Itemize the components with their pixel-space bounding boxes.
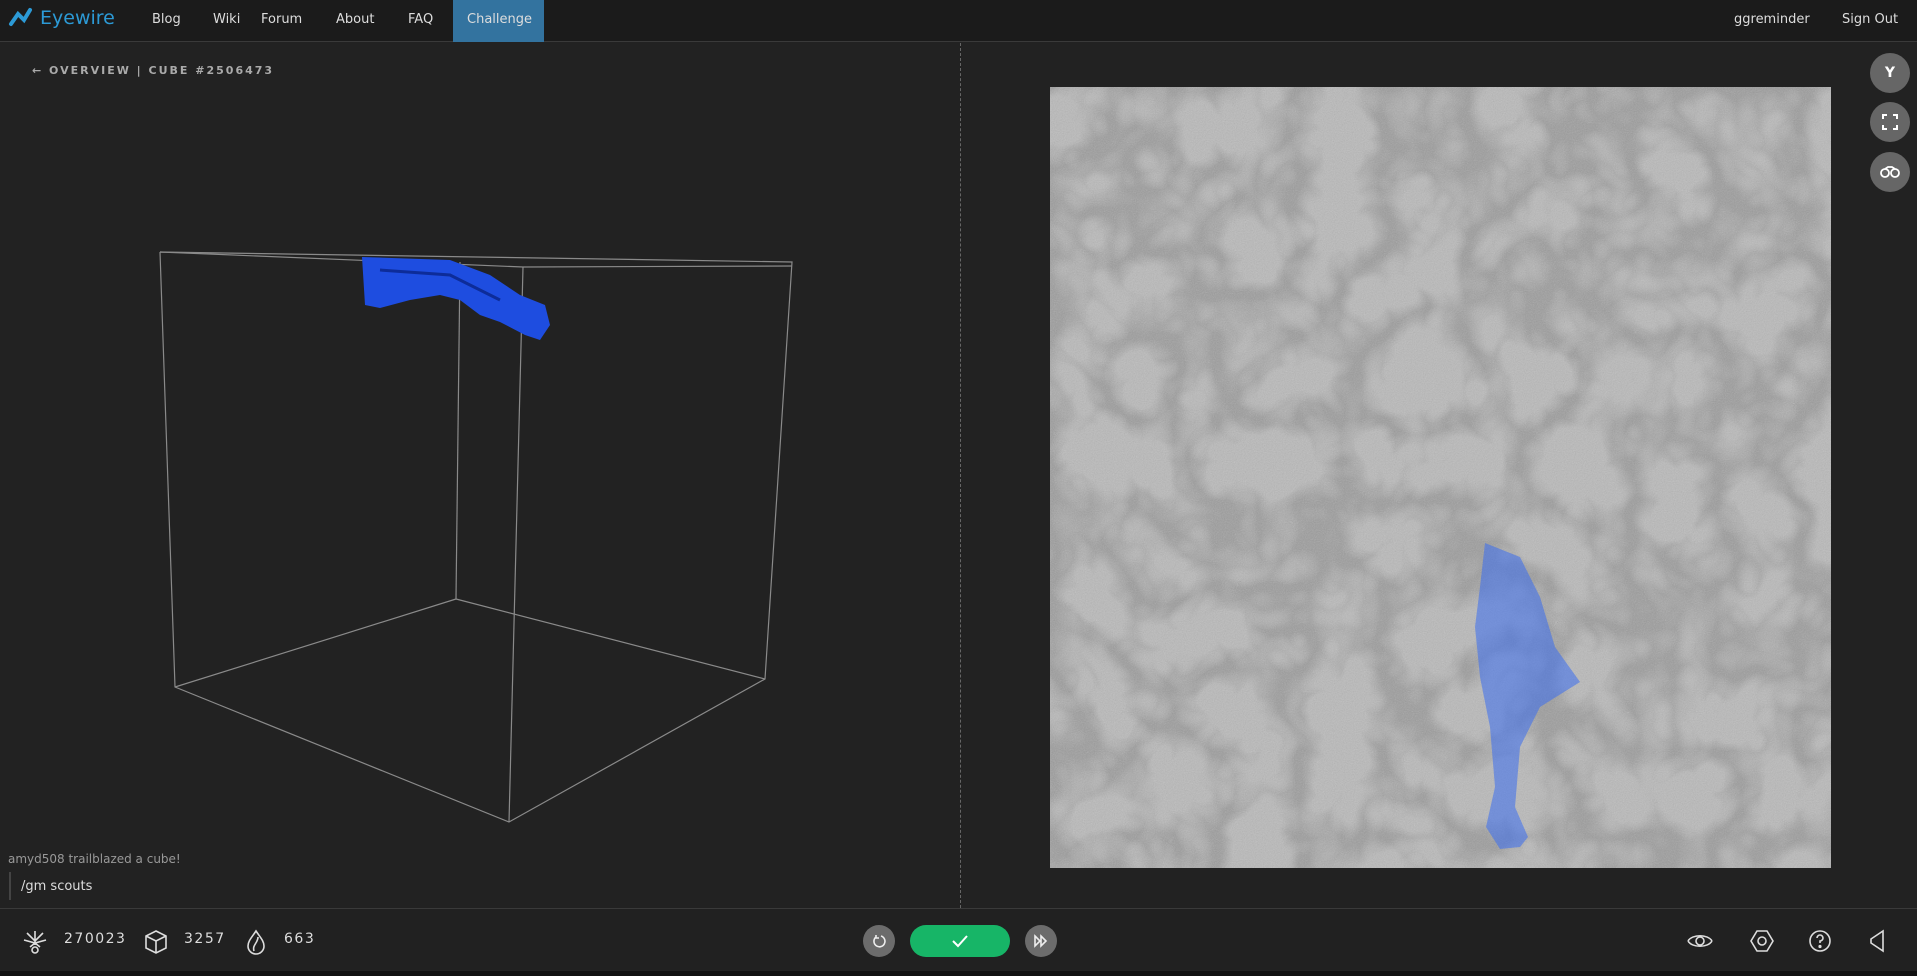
- reset-button[interactable]: [863, 925, 895, 957]
- settings-icon[interactable]: [1749, 929, 1775, 953]
- flame-icon: [247, 929, 265, 955]
- help-icon[interactable]: [1808, 929, 1832, 953]
- chat-input[interactable]: [9, 872, 949, 900]
- bottom-toolbar: 270023 3257 663: [0, 908, 1917, 971]
- stat-trailblazes: 663: [284, 931, 316, 947]
- view-toggle-icon[interactable]: [1686, 929, 1714, 953]
- 3d-cube-view[interactable]: [0, 43, 960, 908]
- sound-icon[interactable]: [1868, 929, 1886, 953]
- bottom-strip: [0, 971, 1917, 976]
- segment-mesh: [362, 257, 550, 340]
- panel-divider: [960, 43, 961, 908]
- eyewire-logo[interactable]: Eyewire: [8, 6, 115, 30]
- nav-challenge[interactable]: Challenge: [453, 0, 544, 42]
- fullscreen-button[interactable]: [1870, 102, 1910, 142]
- neuron-icon: [23, 931, 47, 954]
- logo-text: Eyewire: [40, 7, 115, 29]
- sign-out-link[interactable]: Sign Out: [1828, 0, 1912, 42]
- nav-forum[interactable]: Forum: [247, 0, 316, 42]
- fast-forward-icon: [1034, 934, 1048, 948]
- top-nav: Eyewire Blog Wiki Forum About FAQ Challe…: [0, 0, 1917, 42]
- eyewire-logo-icon: [9, 8, 32, 26]
- user-link[interactable]: ggreminder: [1720, 0, 1824, 42]
- chat-message: amyd508 trailblazed a cube!: [8, 852, 181, 866]
- submit-button[interactable]: [910, 925, 1010, 957]
- stat-cubes: 3257: [184, 931, 226, 947]
- stat-points: 270023: [64, 931, 127, 947]
- skip-button[interactable]: [1025, 925, 1057, 957]
- binoculars-icon: [1880, 166, 1900, 178]
- nav-about[interactable]: About: [322, 0, 388, 42]
- nav-faq[interactable]: FAQ: [394, 0, 447, 42]
- cube-wireframe: [159, 251, 793, 823]
- fullscreen-icon: [1882, 114, 1898, 130]
- inspect-button[interactable]: [1870, 152, 1910, 192]
- cube-icon: [145, 930, 167, 954]
- undo-icon: [873, 935, 886, 948]
- em-slice-view[interactable]: [1050, 87, 1831, 868]
- nav-blog[interactable]: Blog: [138, 0, 195, 42]
- checkmark-icon: [952, 935, 968, 948]
- y-axis-button[interactable]: Y: [1870, 53, 1910, 93]
